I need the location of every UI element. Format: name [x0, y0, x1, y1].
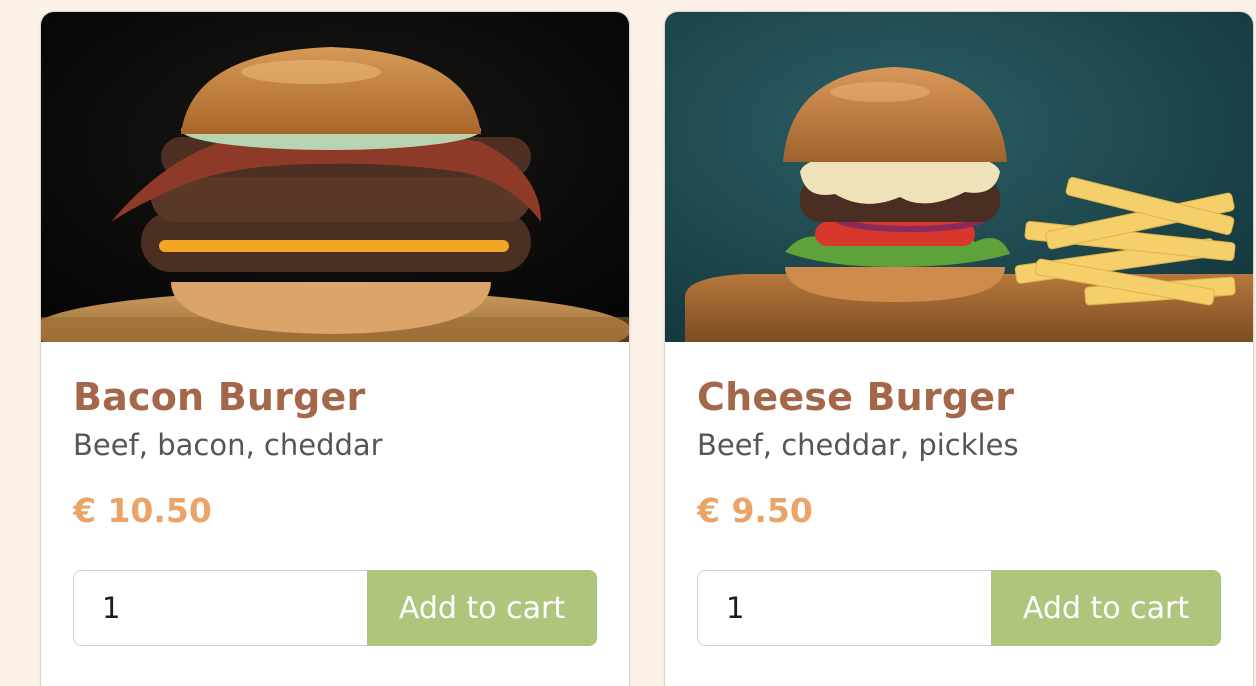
add-to-cart-button[interactable]: Add to cart: [991, 570, 1221, 646]
product-grid: Bacon Burger Beef, bacon, cheddar € 10.5…: [0, 0, 1256, 686]
product-title: Cheese Burger: [697, 375, 1015, 419]
cheese-burger-image: [665, 12, 1253, 342]
quantity-input[interactable]: [73, 570, 367, 646]
product-title: Bacon Burger: [73, 375, 366, 419]
product-card-bacon-burger: Bacon Burger Beef, bacon, cheddar € 10.5…: [40, 11, 630, 686]
product-description: Beef, cheddar, pickles: [697, 428, 1019, 462]
add-to-cart-row: Add to cart: [697, 570, 1221, 646]
product-description: Beef, bacon, cheddar: [73, 428, 383, 462]
quantity-input[interactable]: [697, 570, 991, 646]
product-price: € 9.50: [697, 491, 813, 530]
product-price: € 10.50: [73, 491, 212, 530]
product-card-cheese-burger: Cheese Burger Beef, cheddar, pickles € 9…: [664, 11, 1254, 686]
bacon-burger-image: [41, 12, 629, 342]
add-to-cart-row: Add to cart: [73, 570, 597, 646]
add-to-cart-button[interactable]: Add to cart: [367, 570, 597, 646]
